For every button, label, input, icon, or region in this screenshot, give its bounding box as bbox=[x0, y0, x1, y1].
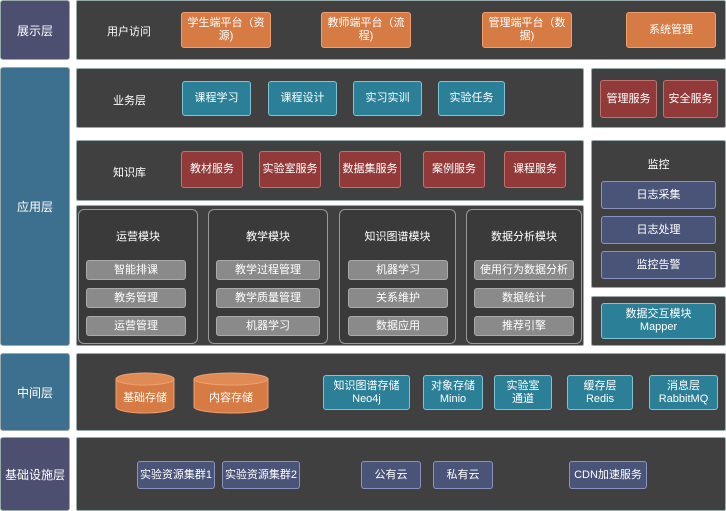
monitor-title: 监控 bbox=[647, 159, 670, 171]
public-cloud-button[interactable]: 公有云 bbox=[361, 461, 421, 489]
academic-management-item[interactable]: 教务管理 bbox=[86, 288, 186, 308]
basic-storage-label: 基础存储 bbox=[123, 392, 167, 404]
behavior-analysis-item[interactable]: 使用行为数据分析 bbox=[474, 260, 574, 280]
private-cloud-button[interactable]: 私有云 bbox=[433, 461, 493, 489]
knowledge-graph-module-title: 知识图谱模块 bbox=[364, 231, 431, 243]
layer-middle-label: 中间层 bbox=[16, 385, 53, 400]
knowledge-graph-storage-tech: Neo4j bbox=[352, 392, 381, 405]
layer-presentation-label: 展示层 bbox=[16, 23, 53, 38]
system-management-button[interactable]: 系统管理 bbox=[626, 12, 716, 48]
log-collection-button[interactable]: 日志采集 bbox=[601, 181, 716, 209]
relationship-maintenance-item[interactable]: 关系维护 bbox=[348, 288, 448, 308]
teaching-module-title: 教学模块 bbox=[246, 231, 290, 243]
admin-platform-button[interactable]: 管理端平台（数据) bbox=[482, 12, 572, 48]
course-learning-button[interactable]: 课程学习 bbox=[182, 81, 251, 116]
teacher-platform-button[interactable]: 教师端平台（流程) bbox=[321, 12, 411, 48]
teaching-quality-item[interactable]: 教学质量管理 bbox=[216, 288, 320, 308]
knowledge-graph-storage-title: 知识图谱存储 bbox=[333, 379, 400, 392]
cache-layer-button[interactable]: 缓存层 Redis bbox=[567, 375, 633, 410]
cache-layer-title: 缓存层 bbox=[583, 379, 617, 392]
log-processing-button[interactable]: 日志处理 bbox=[601, 216, 716, 244]
recommendation-engine-item[interactable]: 推荐引擎 bbox=[474, 316, 574, 336]
data-exchange-title: 数据交互模块 bbox=[625, 308, 692, 320]
textbook-service-button[interactable]: 教材服务 bbox=[181, 151, 243, 188]
object-storage-button[interactable]: 对象存储 Minio bbox=[423, 375, 483, 410]
cache-layer-tech: Redis bbox=[585, 392, 615, 405]
data-analysis-module-title: 数据分析模块 bbox=[491, 231, 557, 243]
machine-learning-item-graph[interactable]: 机器学习 bbox=[348, 260, 448, 280]
lab-channel-button[interactable]: 实验室 通道 bbox=[494, 375, 552, 410]
layer-presentation: 展示层 bbox=[0, 0, 70, 60]
management-service-button[interactable]: 管理服务 bbox=[600, 80, 657, 118]
layer-application: 应用层 bbox=[0, 67, 70, 346]
layer-infrastructure-label: 基础设施层 bbox=[4, 467, 65, 482]
layer-application-label: 应用层 bbox=[16, 200, 53, 214]
dataset-service-button[interactable]: 数据集服务 bbox=[339, 151, 401, 188]
smart-scheduling-item[interactable]: 智能排课 bbox=[86, 260, 186, 280]
lab-cluster-2-button[interactable]: 实验资源集群2 bbox=[222, 461, 300, 489]
presentation-panel-label: 用户访问 bbox=[107, 26, 151, 38]
data-exchange-button[interactable]: 数据交互模块 Mapper bbox=[601, 303, 716, 339]
message-layer-tech: RabbitMQ bbox=[658, 392, 709, 405]
teaching-process-item[interactable]: 教学过程管理 bbox=[216, 260, 320, 280]
knowledge-graph-storage-button[interactable]: 知识图谱存储 Neo4j bbox=[323, 375, 410, 410]
lab-service-button[interactable]: 实验室服务 bbox=[259, 151, 321, 188]
knowledge-panel-label: 知识库 bbox=[113, 167, 146, 179]
layer-infrastructure: 基础设施层 bbox=[0, 437, 70, 511]
lab-cluster-1-button[interactable]: 实验资源集群1 bbox=[137, 461, 215, 489]
monitoring-alert-button[interactable]: 监控告警 bbox=[601, 251, 716, 279]
layer-middle: 中间层 bbox=[0, 353, 70, 431]
cdn-service-button[interactable]: CDN加速服务 bbox=[569, 461, 647, 489]
operations-module-title: 运营模块 bbox=[116, 231, 160, 243]
message-layer-button[interactable]: 消息层 RabbitMQ bbox=[649, 375, 718, 410]
internship-button[interactable]: 实习实训 bbox=[353, 81, 422, 116]
machine-learning-item-teaching[interactable]: 机器学习 bbox=[216, 316, 320, 336]
operations-management-item[interactable]: 运营管理 bbox=[86, 316, 186, 336]
data-exchange-subtitle: Mapper bbox=[639, 321, 678, 333]
business-panel-label: 业务层 bbox=[113, 95, 146, 107]
case-service-button[interactable]: 案例服务 bbox=[423, 151, 485, 188]
experiment-task-button[interactable]: 实验任务 bbox=[438, 81, 505, 116]
message-layer-title: 消息层 bbox=[667, 379, 700, 392]
content-storage-label: 内容存储 bbox=[209, 392, 253, 404]
lab-channel-title: 实验室 bbox=[506, 379, 540, 392]
data-statistics-item[interactable]: 数据统计 bbox=[474, 288, 574, 308]
lab-channel-subtitle: 通道 bbox=[512, 392, 534, 405]
object-storage-title: 对象存储 bbox=[431, 379, 475, 392]
course-service-button[interactable]: 课程服务 bbox=[504, 151, 566, 188]
course-design-button[interactable]: 课程设计 bbox=[268, 81, 337, 116]
student-platform-button[interactable]: 学生端平台（资源) bbox=[181, 12, 271, 48]
object-storage-tech: Minio bbox=[439, 392, 467, 405]
data-application-item[interactable]: 数据应用 bbox=[348, 316, 448, 336]
security-service-button[interactable]: 安全服务 bbox=[663, 80, 718, 118]
